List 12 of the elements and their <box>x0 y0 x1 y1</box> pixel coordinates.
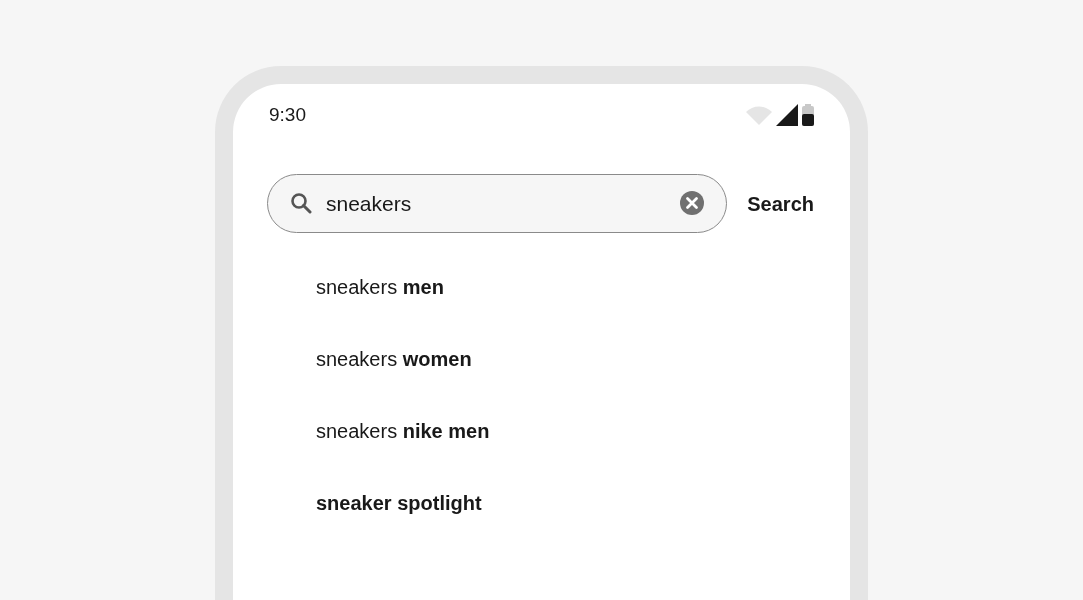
clear-icon[interactable] <box>680 191 704 215</box>
signal-icon <box>776 104 798 126</box>
status-time: 9:30 <box>268 102 306 127</box>
suggestion-item[interactable]: sneakers nike men <box>316 420 490 442</box>
search-field[interactable]: sneakers <box>267 174 727 233</box>
search-button[interactable]: Search <box>747 188 814 219</box>
battery-icon <box>802 104 814 126</box>
suggestion-item[interactable]: sneakers men <box>316 276 444 298</box>
suggestion-item[interactable]: sneaker spotlight <box>316 492 482 514</box>
search-icon <box>290 192 312 214</box>
wifi-icon <box>746 105 772 125</box>
suggestion-item[interactable]: sneakers women <box>316 348 472 370</box>
